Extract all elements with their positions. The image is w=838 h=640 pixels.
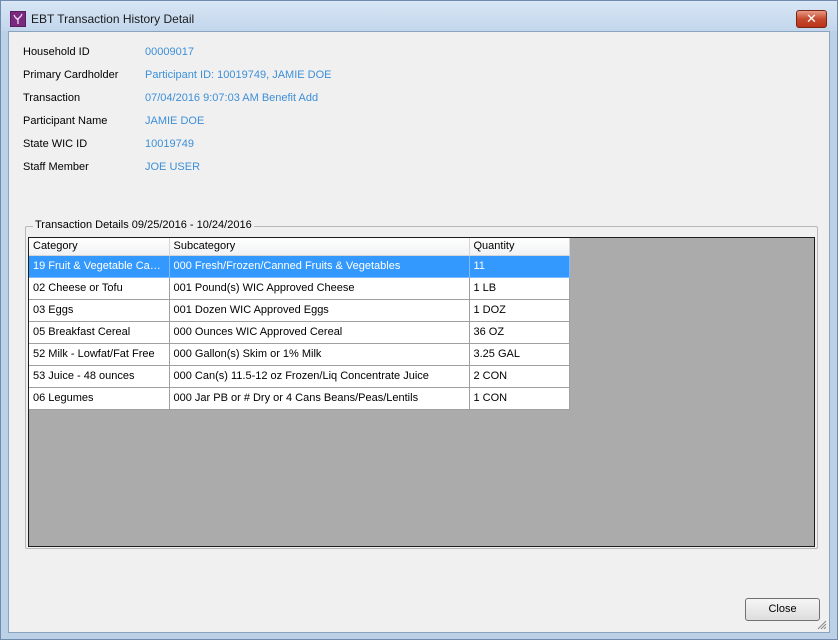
category-cell[interactable]: 19 Fruit & Vegetable Cash Value Benefit	[29, 255, 170, 278]
category-cell[interactable]: 05 Breakfast Cereal	[29, 321, 170, 344]
subcategory-cell[interactable]: 000 Can(s) 11.5-12 oz Frozen/Liq Concent…	[169, 365, 470, 388]
subcategory-cell[interactable]: 001 Pound(s) WIC Approved Cheese	[169, 277, 470, 300]
resize-grip-icon[interactable]	[815, 618, 827, 630]
quantity-cell[interactable]: 1 CON	[469, 387, 570, 410]
participant-name-label: Participant Name	[23, 115, 108, 127]
primary-cardholder-value: Participant ID: 10019749, JAMIE DOE	[145, 69, 332, 81]
transaction-details-group: Transaction Details 09/25/2016 - 10/24/2…	[25, 219, 818, 549]
category-cell[interactable]: 53 Juice - 48 ounces	[29, 365, 170, 388]
table-row[interactable]: 02 Cheese or Tofu 001 Pound(s) WIC Approv…	[29, 277, 570, 300]
state-wic-id-label: State WIC ID	[23, 138, 88, 150]
close-button[interactable]: Close	[745, 598, 820, 621]
transaction-details-title: Transaction Details 09/25/2016 - 10/24/2…	[33, 219, 254, 231]
state-wic-id-value: 10019749	[145, 138, 194, 150]
staff-member-label: Staff Member	[23, 161, 89, 173]
staff-member-value: JOE USER	[145, 161, 201, 173]
subcategory-cell[interactable]: 000 Jar PB or # Dry or 4 Cans Beans/Peas…	[169, 387, 470, 410]
window-title: EBT Transaction History Detail	[31, 12, 195, 26]
subcategory-cell[interactable]: 001 Dozen WIC Approved Eggs	[169, 299, 470, 322]
transaction-details-grid[interactable]: Category Subcategory Quantity 19 Fruit &…	[28, 237, 815, 547]
dialog-window: EBT Transaction History Detail ✕ Househo…	[0, 0, 838, 640]
household-id-label: Household ID	[23, 46, 90, 58]
title-bar[interactable]: EBT Transaction History Detail ✕	[1, 1, 837, 31]
table-row[interactable]: 19 Fruit & Vegetable Cash Value Benefit0…	[29, 255, 570, 278]
table-row[interactable]: 06 Legumes 000 Jar PB or # Dry or 4 Cans …	[29, 387, 570, 410]
quantity-cell[interactable]: 11	[469, 255, 570, 278]
app-icon	[10, 11, 26, 27]
quantity-cell[interactable]: 36 OZ	[469, 321, 570, 344]
category-cell[interactable]: 02 Cheese or Tofu	[29, 277, 170, 300]
column-header-category[interactable]: Category	[29, 238, 170, 256]
dialog-body: Household ID 00009017 Primary Cardholder Pa…	[8, 31, 830, 633]
quantity-cell[interactable]: 1 DOZ	[469, 299, 570, 322]
details-table: Category Subcategory Quantity 19 Fruit &…	[29, 238, 570, 410]
column-header-subcategory[interactable]: Subcategory	[169, 238, 470, 256]
window-close-icon[interactable]: ✕	[796, 10, 827, 28]
participant-name-value: JAMIE DOE	[145, 115, 205, 127]
household-id-value: 00009017	[145, 46, 194, 58]
header-row: Category Subcategory Quantity	[29, 238, 570, 256]
table-row[interactable]: 05 Breakfast Cereal 000 Ounces WIC Approv…	[29, 321, 570, 344]
category-cell[interactable]: 06 Legumes	[29, 387, 170, 410]
table-row[interactable]: 03 Eggs 001 Dozen WIC Approved Eggs 1 DOZ	[29, 299, 570, 322]
quantity-cell[interactable]: 2 CON	[469, 365, 570, 388]
table-row[interactable]: 53 Juice - 48 ounces 000 Can(s) 11.5-12 o…	[29, 365, 570, 388]
quantity-cell[interactable]: 3.25 GAL	[469, 343, 570, 366]
primary-cardholder-label: Primary Cardholder	[23, 69, 119, 81]
category-cell[interactable]: 03 Eggs	[29, 299, 170, 322]
quantity-cell[interactable]: 1 LB	[469, 277, 570, 300]
transaction-value: 07/04/2016 9:07:03 AM Benefit Add	[145, 92, 319, 104]
category-cell[interactable]: 52 Milk - Lowfat/Fat Free	[29, 343, 170, 366]
column-header-quantity[interactable]: Quantity	[469, 238, 570, 256]
subcategory-cell[interactable]: 000 Ounces WIC Approved Cereal	[169, 321, 470, 344]
subcategory-cell[interactable]: 000 Fresh/Frozen/Canned Fruits & Vegetab…	[169, 255, 470, 278]
subcategory-cell[interactable]: 000 Gallon(s) Skim or 1% Milk	[169, 343, 470, 366]
table-row[interactable]: 52 Milk - Lowfat/Fat Free 000 Gallon(s) S…	[29, 343, 570, 366]
transaction-label: Transaction	[23, 92, 81, 104]
